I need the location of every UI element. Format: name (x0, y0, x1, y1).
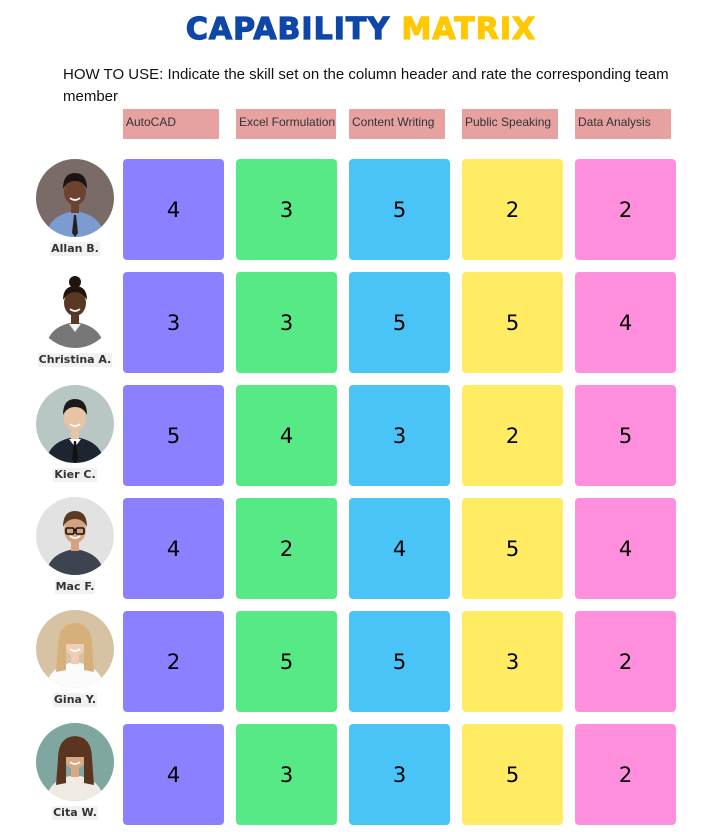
skill-header-content-writing[interactable]: Content Writing (349, 109, 445, 139)
team-member: Allan B. (30, 159, 120, 256)
member-name: Christina A. (37, 353, 113, 367)
rating-value: 3 (279, 197, 294, 222)
avatar (36, 385, 114, 463)
rating-cell[interactable]: 5 (236, 611, 337, 712)
rating-value: 2 (279, 536, 294, 561)
rating-cell[interactable]: 5 (349, 159, 450, 260)
avatar (36, 723, 114, 801)
rating-value: 5 (392, 649, 407, 674)
rating-value: 5 (166, 423, 181, 448)
rating-cell[interactable]: 3 (236, 724, 337, 825)
rating-cell[interactable]: 4 (575, 272, 676, 373)
rating-cell[interactable]: 4 (123, 159, 224, 260)
rating-value: 5 (279, 649, 294, 674)
rating-value: 2 (166, 649, 181, 674)
rating-value: 3 (166, 310, 181, 335)
avatar (36, 497, 114, 575)
rating-value: 2 (505, 197, 520, 222)
rating-value: 4 (279, 423, 294, 448)
rating-value: 5 (505, 762, 520, 787)
rating-cell[interactable]: 3 (349, 385, 450, 486)
avatar (36, 270, 114, 348)
rating-value: 2 (618, 197, 633, 222)
member-name: Allan B. (50, 242, 100, 256)
title-capability: CAPABILITY (185, 11, 391, 47)
rating-cell[interactable]: 2 (462, 159, 563, 260)
rating-cell[interactable]: 3 (349, 724, 450, 825)
team-member: Gina Y. (30, 610, 120, 707)
rating-value: 5 (505, 536, 520, 561)
rating-value: 4 (166, 536, 181, 561)
rating-value: 3 (392, 762, 407, 787)
rating-cell[interactable]: 2 (575, 159, 676, 260)
instructions-text: HOW TO USE: Indicate the skill set on th… (63, 66, 669, 105)
title-matrix: MATRIX (401, 11, 537, 47)
rating-cell[interactable]: 5 (575, 385, 676, 486)
rating-value: 4 (166, 762, 181, 787)
rating-cell[interactable]: 2 (575, 724, 676, 825)
skill-header-excel-formulation[interactable]: Excel Formulation (236, 109, 336, 139)
team-member: Mac F. (30, 497, 120, 594)
rating-cell[interactable]: 5 (462, 498, 563, 599)
rating-value: 2 (618, 649, 633, 674)
member-name: Kier C. (53, 468, 97, 482)
skill-header-public-speaking[interactable]: Public Speaking (462, 109, 558, 139)
rating-cell[interactable]: 2 (462, 385, 563, 486)
rating-value: 5 (392, 197, 407, 222)
rating-cell[interactable]: 5 (462, 724, 563, 825)
rating-cell[interactable]: 2 (236, 498, 337, 599)
rating-cell[interactable]: 4 (236, 385, 337, 486)
rating-cell[interactable]: 4 (123, 498, 224, 599)
rating-cell[interactable]: 3 (236, 272, 337, 373)
team-member: Kier C. (30, 385, 120, 482)
member-name: Cita W. (52, 806, 98, 820)
rating-value: 3 (505, 649, 520, 674)
rating-value: 5 (618, 423, 633, 448)
skill-header-autocad[interactable]: AutoCAD (123, 109, 219, 139)
rating-cell[interactable]: 2 (123, 611, 224, 712)
rating-value: 4 (392, 536, 407, 561)
rating-cell[interactable]: 4 (575, 498, 676, 599)
rating-value: 4 (618, 536, 633, 561)
rating-value: 3 (392, 423, 407, 448)
rating-cell[interactable]: 3 (123, 272, 224, 373)
rating-value: 4 (166, 197, 181, 222)
rating-cell[interactable]: 5 (462, 272, 563, 373)
rating-value: 5 (392, 310, 407, 335)
rating-value: 5 (505, 310, 520, 335)
rating-cell[interactable]: 5 (349, 611, 450, 712)
member-name: Mac F. (54, 580, 96, 594)
avatar (36, 610, 114, 688)
rating-value: 3 (279, 310, 294, 335)
team-member: Christina A. (30, 270, 120, 367)
rating-value: 2 (618, 762, 633, 787)
skill-header-data-analysis[interactable]: Data Analysis (575, 109, 671, 139)
rating-cell[interactable]: 4 (123, 724, 224, 825)
avatar (36, 159, 114, 237)
rating-cell[interactable]: 5 (123, 385, 224, 486)
rating-cell[interactable]: 3 (462, 611, 563, 712)
rating-value: 4 (618, 310, 633, 335)
rating-value: 2 (505, 423, 520, 448)
rating-cell[interactable]: 3 (236, 159, 337, 260)
page-title: CAPABILITY MATRIX (0, 10, 722, 50)
rating-cell[interactable]: 5 (349, 272, 450, 373)
rating-cell[interactable]: 2 (575, 611, 676, 712)
rating-cell[interactable]: 4 (349, 498, 450, 599)
rating-value: 3 (279, 762, 294, 787)
team-member: Cita W. (30, 723, 120, 820)
member-name: Gina Y. (52, 693, 98, 707)
